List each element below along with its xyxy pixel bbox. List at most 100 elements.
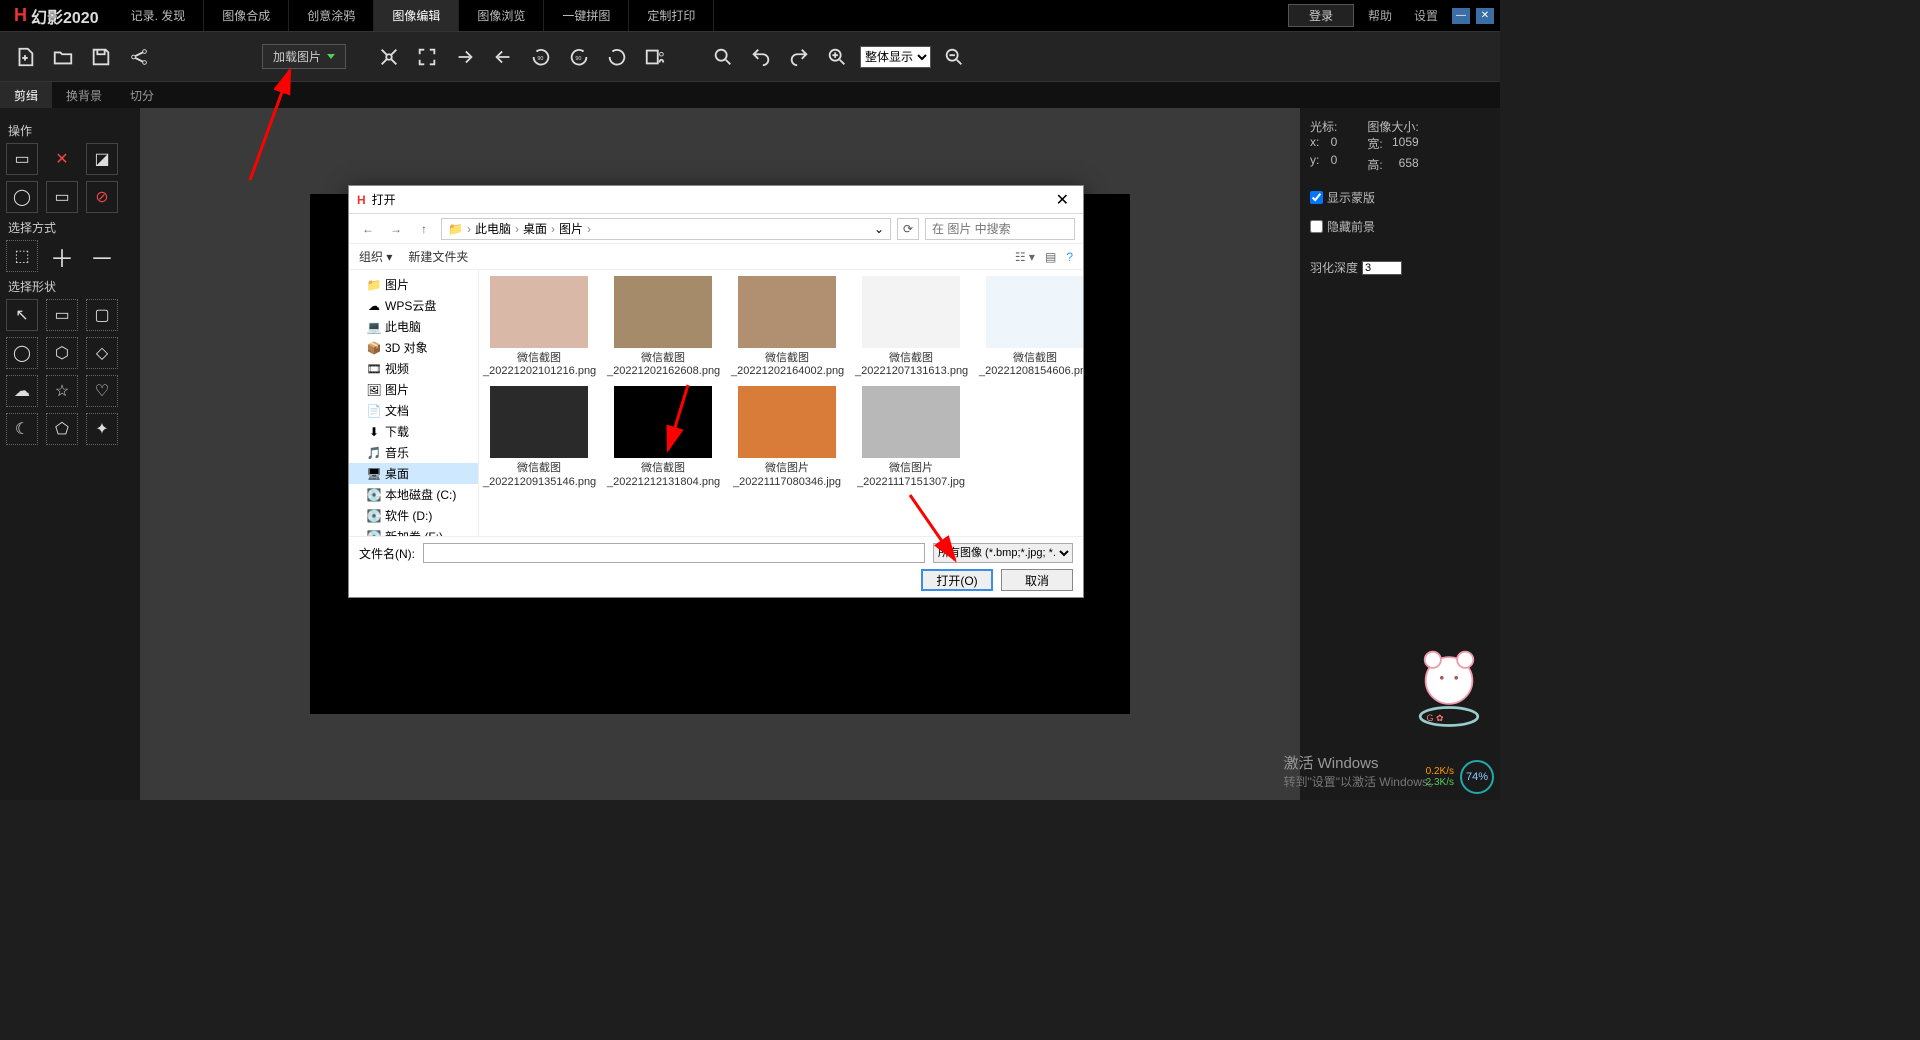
svg-text:90: 90 [537, 55, 543, 61]
fit-image-icon[interactable] [374, 42, 404, 72]
help-link[interactable]: 帮助 [1360, 7, 1400, 24]
minimize-icon[interactable]: — [1452, 8, 1470, 24]
subtab-split[interactable]: 切分 [116, 82, 168, 108]
svg-text:90: 90 [575, 55, 581, 61]
login-button[interactable]: 登录 [1288, 4, 1354, 27]
hide-fg-checkbox[interactable]: 隐藏前景 [1310, 218, 1490, 235]
rotate-left-icon[interactable]: 90 [526, 42, 556, 72]
op-delete-icon[interactable]: ✕ [46, 143, 78, 175]
file-item[interactable]: 微信图片_20221117080346.jpg [731, 386, 843, 488]
nav-fwd-icon[interactable]: → [385, 218, 407, 240]
nav-print[interactable]: 定制打印 [629, 0, 714, 31]
face-detect-icon[interactable] [640, 42, 670, 72]
shape-diamond-icon[interactable]: ◇ [86, 337, 118, 369]
op-rect-icon[interactable]: ▭ [46, 181, 78, 213]
mode-new-icon[interactable]: ⬚ [6, 240, 38, 272]
preview-pane-icon[interactable]: ▤ [1045, 250, 1056, 264]
mode-add-icon[interactable]: ＋ [46, 240, 78, 272]
op-forbid-icon[interactable]: ⊘ [86, 181, 118, 213]
settings-link[interactable]: 设置 [1406, 7, 1446, 24]
file-item[interactable]: 微信截图_20221202101216.png [483, 276, 595, 378]
shape-ellipse-icon[interactable]: ◯ [6, 337, 38, 369]
mode-sub-icon[interactable]: － [86, 240, 118, 272]
nav-up-icon[interactable]: ↑ [413, 218, 435, 240]
tree-node[interactable]: 📄文档 [349, 400, 478, 421]
file-item[interactable]: 微信截图_20221208154606.png [979, 276, 1083, 378]
rotate-free-icon[interactable] [602, 42, 632, 72]
tree-node[interactable]: 🖥桌面 [349, 463, 478, 484]
refresh-icon[interactable]: ⟳ [897, 218, 919, 240]
nav-back-icon[interactable]: ← [357, 218, 379, 240]
shape-shield-icon[interactable]: ⬠ [46, 413, 78, 445]
subtab-crop[interactable]: 剪缉 [0, 82, 52, 108]
nav-composite[interactable]: 图像合成 [204, 0, 289, 31]
zoom-select[interactable]: 整体显示 [860, 46, 931, 68]
rotate-right-icon[interactable]: 90 [564, 42, 594, 72]
tree-node[interactable]: 🎞视频 [349, 358, 478, 379]
shape-heart-icon[interactable]: ♡ [86, 375, 118, 407]
subtab-bg[interactable]: 换背景 [52, 82, 116, 108]
help-icon[interactable]: ? [1066, 250, 1073, 264]
dialog-close-icon[interactable]: ✕ [1050, 190, 1075, 210]
undo-icon[interactable] [746, 42, 776, 72]
tree-node[interactable]: 📁图片 [349, 274, 478, 295]
new-file-icon[interactable] [10, 42, 40, 72]
new-folder-button[interactable]: 新建文件夹 [408, 248, 468, 265]
nav-browse[interactable]: 图像浏览 [459, 0, 544, 31]
file-item[interactable]: 微信截图_20221212131804.png [607, 386, 719, 488]
view-mode-icon[interactable]: ☷ ▾ [1015, 250, 1035, 264]
nav-collage[interactable]: 一键拼图 [544, 0, 629, 31]
save-icon[interactable] [86, 42, 116, 72]
breadcrumb[interactable]: 📁› 此电脑› 桌面› 图片› ⌄ [441, 218, 891, 240]
feather-input[interactable] [1362, 261, 1402, 275]
tree-node[interactable]: ☁WPS云盘 [349, 295, 478, 316]
shape-star-icon[interactable]: ☆ [46, 375, 78, 407]
load-image-button[interactable]: 加载图片 [262, 44, 346, 69]
shape-hex-icon[interactable]: ⬡ [46, 337, 78, 369]
search-input[interactable] [925, 218, 1075, 240]
shape-crescent-icon[interactable]: ☾ [6, 413, 38, 445]
shape-rect-icon[interactable]: ▭ [46, 299, 78, 331]
tree-node[interactable]: 📦3D 对象 [349, 337, 478, 358]
redo-icon[interactable] [784, 42, 814, 72]
shape-wand-icon[interactable]: ✦ [86, 413, 118, 445]
open-button[interactable]: 打开(O) [921, 569, 993, 591]
filetype-select[interactable]: 所有图像 (*.bmp;*.jpg; *.gif;*.t [933, 543, 1073, 563]
file-item[interactable]: 微信截图_20221202164002.png [731, 276, 843, 378]
fullscreen-icon[interactable] [412, 42, 442, 72]
shape-roundrect-icon[interactable]: ▢ [86, 299, 118, 331]
organize-menu[interactable]: 组织 ▾ [359, 248, 392, 265]
nav-doodle[interactable]: 创意涂鸦 [289, 0, 374, 31]
tree-node[interactable]: 💽本地磁盘 (C:) [349, 484, 478, 505]
tree-node[interactable]: 💻此电脑 [349, 316, 478, 337]
file-item[interactable]: 微信截图_20221207131613.png [855, 276, 967, 378]
op-invert-icon[interactable]: ◪ [86, 143, 118, 175]
close-icon[interactable]: ✕ [1476, 8, 1494, 24]
nav-record[interactable]: 记录. 发现 [113, 0, 205, 31]
shape-arrow-icon[interactable]: ↖ [6, 299, 38, 331]
cancel-button[interactable]: 取消 [1001, 569, 1073, 591]
op-circle-icon[interactable]: ◯ [6, 181, 38, 213]
nav-edit[interactable]: 图像编辑 [374, 0, 459, 31]
open-file-icon[interactable] [48, 42, 78, 72]
file-item[interactable]: 微信截图_20221209135146.png [483, 386, 595, 488]
op-select-icon[interactable]: ▭ [6, 143, 38, 175]
filename-input[interactable] [423, 543, 925, 563]
tree-node[interactable]: 💽软件 (D:) [349, 505, 478, 526]
tree-node[interactable]: 🖼图片 [349, 379, 478, 400]
arrow-right-icon[interactable] [450, 42, 480, 72]
file-item[interactable]: 微信图片_20221117151307.jpg [855, 386, 967, 488]
tree-node[interactable]: 💽新加卷 (F:) [349, 526, 478, 536]
show-mask-checkbox[interactable]: 显示蒙版 [1310, 189, 1490, 206]
file-item[interactable]: 微信截图_20221202162608.png [607, 276, 719, 378]
zoom-tool-icon[interactable] [708, 42, 738, 72]
svg-text:G ✿: G ✿ [1427, 713, 1445, 723]
tree-node[interactable]: 🎵音乐 [349, 442, 478, 463]
zoom-in-icon[interactable] [822, 42, 852, 72]
share-icon[interactable] [124, 42, 154, 72]
shape-blob-icon[interactable]: ☁ [6, 375, 38, 407]
file-list: 微信截图_20221202101216.png微信截图_202212021626… [479, 270, 1083, 536]
zoom-out-icon[interactable] [939, 42, 969, 72]
tree-node[interactable]: ⬇下载 [349, 421, 478, 442]
arrow-left-icon[interactable] [488, 42, 518, 72]
